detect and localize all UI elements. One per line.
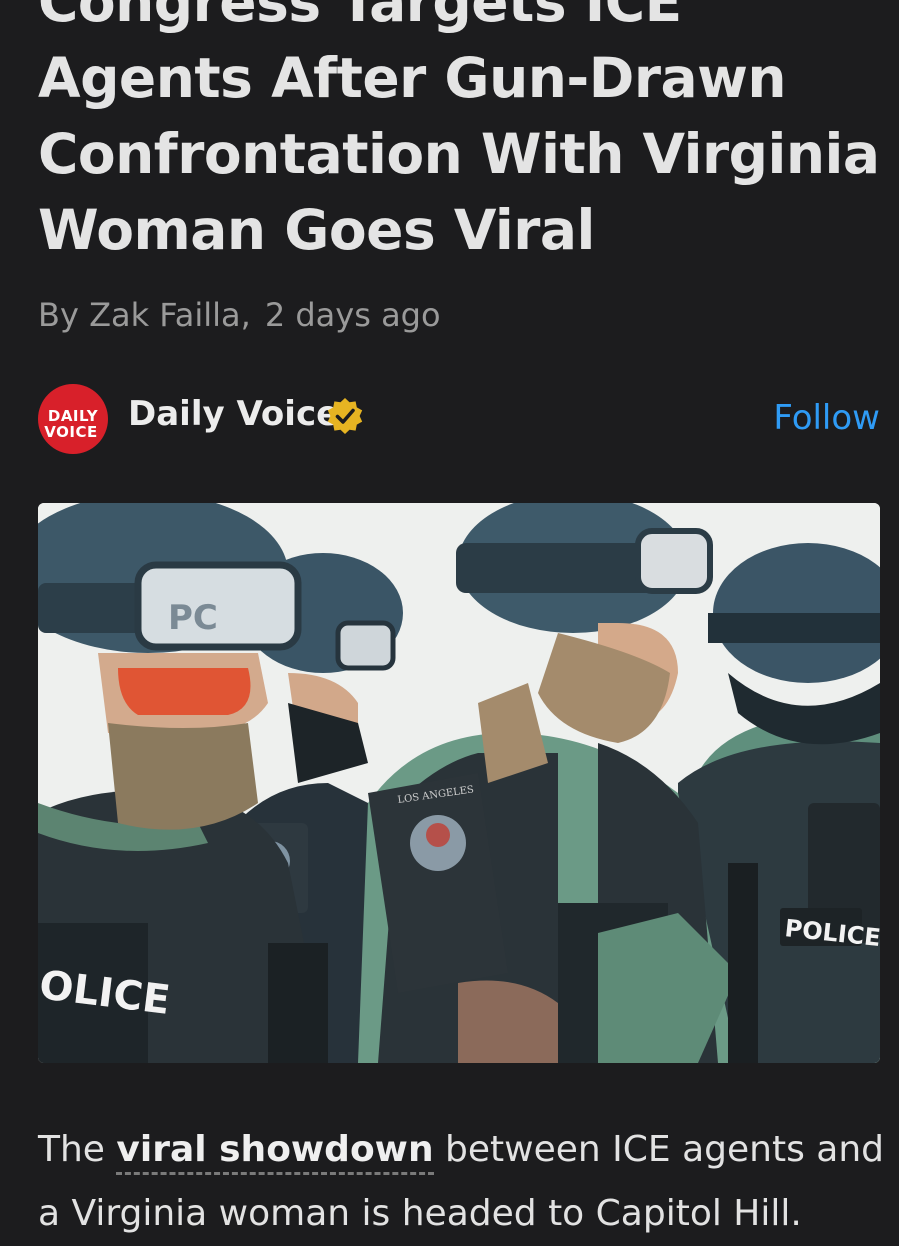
publisher-row: DAILY VOICE Daily Voice Follow (38, 382, 880, 456)
hero-photo-illustration: POLICE LOS ANGELES PO PC (38, 503, 880, 1063)
publisher-logo[interactable]: DAILY VOICE (38, 384, 108, 454)
article-body-intro: The viral showdown between ICE agents an… (38, 1118, 888, 1246)
intro-text-before: The (38, 1129, 117, 1170)
svg-text:PC: PC (168, 598, 218, 638)
viral-showdown-link[interactable]: viral showdown (116, 1129, 434, 1175)
verified-badge-icon (327, 398, 363, 434)
byline-author[interactable]: By Zak Failla, (38, 296, 251, 334)
headline-line: Agents After Gun-Drawn (38, 46, 787, 110)
publisher-logo-line1: DAILY (47, 407, 99, 425)
publisher-name[interactable]: Daily Voice (128, 394, 339, 434)
byline: By Zak Failla, 2 days ago (38, 296, 441, 334)
publisher-logo-line2: VOICE (44, 423, 98, 441)
headline-line: Woman Goes Viral (38, 198, 595, 262)
article-headline: Congress Targets ICE Agents After Gun-Dr… (38, 0, 880, 268)
hero-image[interactable]: POLICE LOS ANGELES PO PC (38, 503, 880, 1063)
headline-line: Confrontation With Virginia (38, 122, 880, 186)
headline-line: Congress Targets ICE (38, 0, 682, 34)
byline-timestamp: 2 days ago (264, 296, 441, 334)
follow-button[interactable]: Follow (773, 398, 880, 438)
